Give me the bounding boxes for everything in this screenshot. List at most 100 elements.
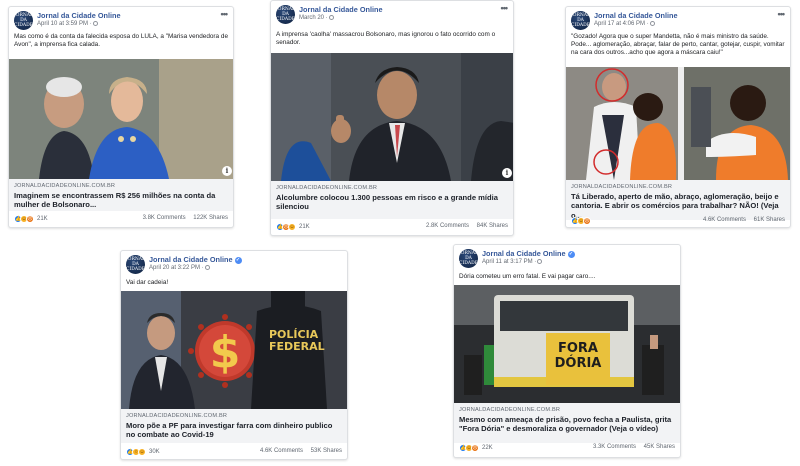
page-name-link[interactable]: Jornal da Cidade Online ✓ [482,249,575,258]
image-caption-policia: POLÍCIA FEDERAL [269,329,325,353]
comments-count[interactable]: 4.6K Comments [703,217,746,223]
haha-icon: ☺ [288,223,296,231]
avatar-logo-text: JORNAL DA CIDADE [459,251,478,266]
timestamp-text: April 11 at 3:17 PM · [482,259,537,266]
timestamp-text: April 17 at 4:06 PM · [594,21,649,28]
avatar[interactable]: JORNAL DA CIDADE [126,255,145,274]
shares-count[interactable]: 84K Shares [477,223,508,229]
page-name-link[interactable]: Jornal da Cidade Online ✓ [149,255,242,264]
link-preview[interactable]: JORNALDACIDADEONLINE.COM.BR Moro põe a P… [121,409,347,443]
avatar[interactable]: JORNAL DA CIDADE [459,249,478,268]
post-header: JORNAL DA CIDADE Jornal da Cidade Online… [271,1,513,27]
post-header: JORNAL DA CIDADE Jornal da Cidade Online… [121,251,347,277]
angry-icon: ☹ [583,217,591,225]
post-text: Mas como é da conta da falecida esposa d… [14,33,228,49]
svg-text:$: $ [210,327,241,378]
link-headline: Moro põe a PF para investigar farra com … [126,421,333,440]
post-timestamp[interactable]: April 20 at 3:22 PM · [149,265,210,271]
page-name-text: Jornal da Cidade Online [37,11,121,20]
page-name-link[interactable]: Jornal da Cidade Online [299,5,383,14]
post-footer: 👍 ☺ ☹ 22K 3.3K Comments 45K Shares [459,444,675,454]
image-text-line: FORA [557,341,598,356]
reactions[interactable]: 👍 ☺ ☹ [571,217,594,225]
page-name-text: Jornal da Cidade Online [149,255,233,264]
reactions[interactable]: 👍 ☺ ☹ 21K [14,215,48,223]
page-name-text: Jornal da Cidade Online [299,5,383,14]
post-card-alcolumbre: JORNAL DA CIDADE Jornal da Cidade Online… [270,0,514,236]
post-timestamp[interactable]: April 11 at 3:17 PM · [482,259,543,266]
reactions[interactable]: 👍 ☺ ☹ 22K [459,444,493,452]
post-stats: 3.8K Comments 122K Shares [143,215,228,221]
link-preview[interactable]: JORNALDACIDADEONLINE.COM.BR Alcolumbre c… [271,181,513,219]
avatar[interactable]: JORNAL DA CIDADE [14,11,33,30]
post-footer: 👍 ☹ ☺ 21K 2.8K Comments 84K Shares [276,223,508,233]
post-stats: 4.6K Comments 53K Shares [260,448,342,454]
globe-icon [537,259,543,264]
photo-mandetta [566,67,790,180]
post-stats: 4.6K Comments 61K Shares [703,217,785,223]
post-text: "Gozado! Agora que o super Mandetta, não… [571,33,785,57]
post-stats: 2.8K Comments 84K Shares [426,223,508,229]
post-image[interactable]: i [271,53,513,181]
image-text-line: FEDERAL [269,340,325,353]
more-options-icon[interactable]: ••• [778,9,786,19]
angry-icon: ☹ [471,444,479,452]
link-preview[interactable]: JORNALDACIDADEONLINE.COM.BR Tá Liberado,… [566,180,790,220]
avatar-logo-text: JORNAL DA CIDADE [14,13,33,28]
info-icon[interactable]: i [222,166,232,176]
post-card-doria: JORNAL DA CIDADE Jornal da Cidade Online… [453,244,681,458]
verified-badge-icon: ✓ [234,256,242,264]
more-options-icon[interactable]: ••• [501,3,509,13]
post-image[interactable]: $ POLÍCIA FEDERAL [121,291,347,409]
comments-count[interactable]: 3.3K Comments [593,444,636,450]
post-text: A imprensa 'caolha' massacrou Bolsonaro,… [276,31,496,47]
avatar-logo-text: JORNAL DA CIDADE [276,7,295,22]
angry-icon: ☹ [26,215,34,223]
reaction-count: 30K [149,449,160,455]
page-name-link[interactable]: Jornal da Cidade Online [594,11,678,20]
link-headline: Alcolumbre colocou 1.300 pessoas em risc… [276,193,498,212]
reactions[interactable]: 👍 ☹ ☺ 21K [276,223,310,231]
post-timestamp[interactable]: March 20 · [299,15,334,21]
avatar-logo-text: JORNAL DA CIDADE [126,257,145,272]
more-options-icon[interactable]: ••• [221,9,229,19]
comments-count[interactable]: 3.8K Comments [143,215,186,221]
shares-count[interactable]: 61K Shares [754,217,785,223]
verified-badge-icon: ✓ [567,250,575,258]
post-image[interactable]: i [9,59,233,179]
link-headline: Mesmo com ameaça de prisão, povo fecha a… [459,415,672,434]
page-name-text: Jornal da Cidade Online [482,249,566,258]
globe-icon [328,15,334,20]
shares-count[interactable]: 122K Shares [193,215,228,221]
link-headline: Imaginem se encontrassem R$ 256 milhões … [14,191,216,210]
globe-icon [649,21,655,26]
post-card-mandetta: JORNAL DA CIDADE Jornal da Cidade Online… [565,6,791,228]
post-card-lula: JORNAL DA CIDADE Jornal da Cidade Online… [8,6,234,228]
post-image[interactable]: FORA DÓRIA [454,285,680,403]
reaction-count: 22K [482,445,493,451]
avatar[interactable]: JORNAL DA CIDADE [276,5,295,24]
shares-count[interactable]: 53K Shares [311,448,342,454]
shares-count[interactable]: 45K Shares [644,444,675,450]
comments-count[interactable]: 2.8K Comments [426,223,469,229]
avatar[interactable]: JORNAL DA CIDADE [571,11,590,30]
post-image[interactable] [566,67,790,180]
post-text: Dória cometeu um erro fatal. E vai pagar… [459,273,596,280]
globe-icon [204,265,210,270]
post-timestamp[interactable]: April 10 at 3:59 PM · [37,21,98,27]
haha-icon: ☺ [138,448,146,456]
link-preview[interactable]: JORNALDACIDADEONLINE.COM.BR Mesmo com am… [454,403,680,443]
post-timestamp[interactable]: April 17 at 4:06 PM · [594,21,655,27]
comments-count[interactable]: 4.6K Comments [260,448,303,454]
post-stats: 3.3K Comments 45K Shares [593,444,675,450]
link-headline: Tá Liberado, aperto de mão, abraço, aglo… [571,192,779,220]
post-footer: 👍 ☺ ☹ 21K 3.8K Comments 122K Shares [14,215,228,225]
link-domain: JORNALDACIDADEONLINE.COM.BR [126,413,228,419]
reactions[interactable]: 👍 ○ ☺ 30K [126,448,160,456]
image-caption-fora-doria: FORA DÓRIA [548,341,608,371]
post-card-moro: JORNAL DA CIDADE Jornal da Cidade Online… [120,250,348,460]
info-icon[interactable]: i [502,168,512,178]
link-preview[interactable]: JORNALDACIDADEONLINE.COM.BR Imaginem se … [9,179,233,211]
page-name-link[interactable]: Jornal da Cidade Online [37,11,121,20]
timestamp-text: April 10 at 3:59 PM · [37,21,92,28]
